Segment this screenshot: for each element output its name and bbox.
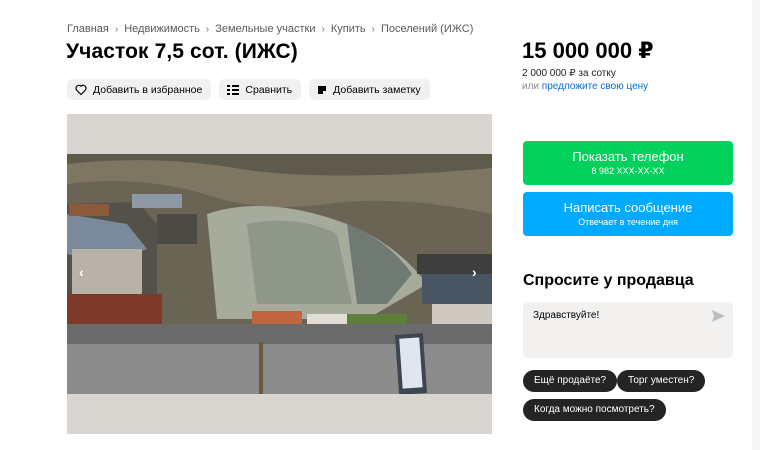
chevron-right-icon: › [371, 23, 375, 35]
breadcrumb-land[interactable]: Земельные участки [215, 23, 315, 35]
listing-actions: Добавить в избранное Сравнить Добавить з… [67, 79, 430, 100]
chevron-right-icon: › [321, 23, 325, 35]
photo-gallery[interactable]: ‹ › [67, 114, 492, 434]
add-note-label: Добавить заметку [333, 83, 421, 96]
chevron-right-icon: › [205, 23, 210, 35]
listing-photo [67, 154, 492, 394]
send-icon[interactable] [712, 310, 725, 322]
quick-question-still-selling[interactable]: Ещё продаёте? [523, 370, 618, 392]
propose-price-link[interactable]: предложите свою цену [542, 81, 648, 92]
response-time: Отвечает в течение дня [578, 217, 678, 227]
add-to-favorites-label: Добавить в избранное [93, 83, 203, 96]
breadcrumb-category[interactable]: Поселений (ИЖС) [381, 23, 473, 35]
price-offer-prefix: или [522, 81, 540, 92]
page-title: Участок 7,5 сот. (ИЖС) [66, 40, 298, 63]
ask-seller-title: Спросите у продавца [523, 272, 694, 289]
compare-icon [227, 85, 240, 95]
note-icon [318, 85, 327, 94]
show-phone-button[interactable]: Показать телефон 8 982 XXX-XX-XX [523, 141, 733, 185]
phone-masked: 8 982 XXX-XX-XX [591, 166, 665, 176]
write-message-label: Написать сообщение [563, 200, 693, 215]
add-note-button[interactable]: Добавить заметку [309, 79, 430, 100]
ask-seller-text: Здравствуйте! [533, 310, 600, 321]
scrollbar[interactable] [752, 0, 760, 450]
chevron-right-icon: › [114, 23, 119, 35]
breadcrumb-buy[interactable]: Купить [331, 23, 366, 35]
quick-question-bargain[interactable]: Торг уместен? [617, 370, 706, 392]
breadcrumb: Главная › Недвижимость › Земельные участ… [67, 23, 473, 35]
price: 15 000 000 ₽ [522, 38, 654, 63]
compare-button[interactable]: Сравнить [219, 79, 302, 100]
gallery-next-button[interactable]: › [472, 264, 477, 280]
quick-question-viewing[interactable]: Когда можно посмотреть? [523, 399, 666, 421]
listing-page: Главная › Недвижимость › Земельные участ… [0, 0, 760, 450]
gallery-prev-button[interactable]: ‹ [79, 264, 84, 280]
breadcrumb-realty[interactable]: Недвижимость [124, 23, 200, 35]
write-message-button[interactable]: Написать сообщение Отвечает в течение дн… [523, 192, 733, 236]
price-offer: или предложите свою цену [522, 81, 648, 92]
heart-icon [75, 84, 87, 95]
price-per-unit: 2 000 000 ₽ за сотку [522, 68, 616, 79]
ask-seller-input[interactable]: Здравствуйте! [523, 302, 733, 358]
compare-label: Сравнить [245, 83, 293, 96]
show-phone-label: Показать телефон [572, 149, 684, 164]
add-to-favorites-button[interactable]: Добавить в избранное [67, 79, 212, 100]
breadcrumb-home[interactable]: Главная [67, 23, 109, 35]
